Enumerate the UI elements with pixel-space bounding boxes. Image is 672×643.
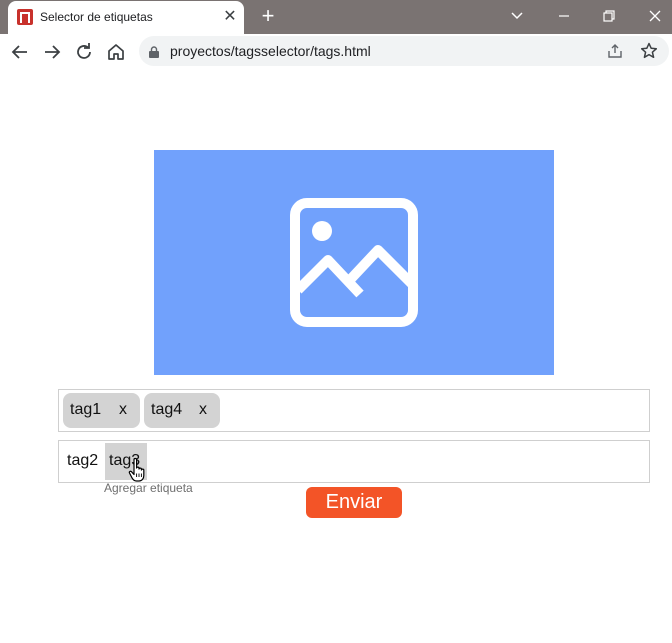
selected-tag-chip: tag1 x — [63, 393, 140, 428]
minimize-icon[interactable] — [551, 3, 577, 29]
hand-pointer-icon — [128, 457, 145, 482]
browser-tab[interactable]: Selector de etiquetas ✕ — [8, 1, 244, 34]
remove-tag-button[interactable]: x — [199, 401, 207, 419]
restore-icon[interactable] — [596, 3, 622, 29]
submit-button[interactable]: Enviar — [306, 487, 402, 518]
tag-label: tag4 — [151, 401, 183, 418]
tab-list-chevron-down-icon[interactable] — [504, 3, 530, 29]
reload-icon[interactable] — [70, 38, 98, 66]
available-tag-option[interactable]: tag2 — [63, 443, 102, 480]
home-icon[interactable] — [102, 38, 130, 66]
add-tag-helper-text: Agregar etiqueta — [104, 481, 193, 495]
star-icon[interactable] — [639, 41, 659, 61]
address-bar[interactable]: proyectos/tagsselector/tags.html — [139, 36, 669, 66]
arrow-left-icon[interactable] — [6, 38, 34, 66]
arrow-right-icon[interactable] — [38, 38, 66, 66]
app-favicon-icon — [17, 9, 33, 25]
remove-tag-button[interactable]: x — [119, 401, 127, 419]
tab-title: Selector de etiquetas — [40, 10, 153, 24]
image-placeholder — [154, 150, 554, 375]
tag-label: tag1 — [70, 401, 102, 418]
browser-toolbar: proyectos/tagsselector/tags.html — [0, 34, 672, 70]
selected-tag-chip: tag4 x — [144, 393, 220, 428]
page-content: tag1 x tag4 x tag2 tag3 Agregar etiqueta… — [0, 70, 672, 643]
browser-titlebar: Selector de etiquetas ✕ + — [0, 0, 672, 34]
selected-tags-box[interactable]: tag1 x tag4 x — [58, 389, 650, 432]
new-tab-button[interactable]: + — [256, 5, 280, 29]
share-icon[interactable] — [606, 42, 624, 60]
url-text[interactable]: proyectos/tagsselector/tags.html — [170, 43, 371, 59]
lock-icon[interactable] — [149, 45, 159, 58]
tab-close-icon[interactable]: ✕ — [220, 7, 240, 27]
close-icon[interactable] — [642, 3, 668, 29]
image-placeholder-icon — [290, 198, 418, 327]
